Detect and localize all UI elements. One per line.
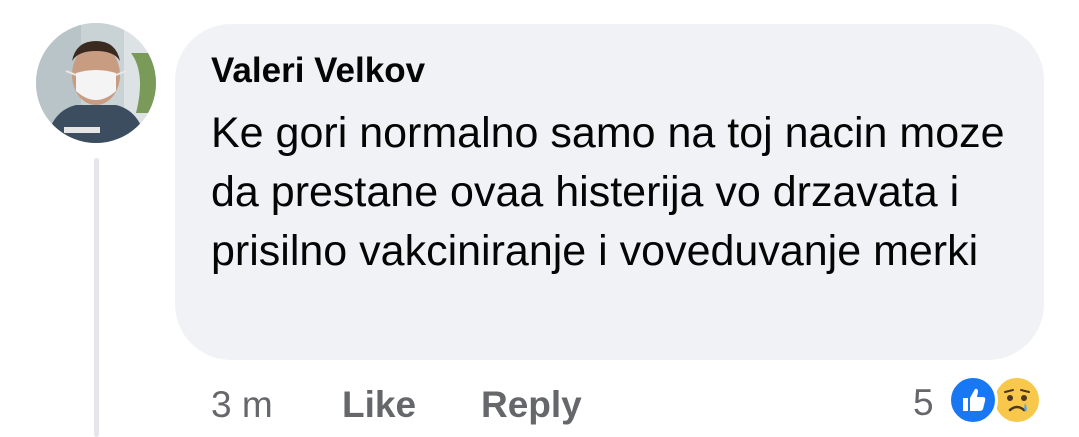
comment-timestamp[interactable]: 3 m [211, 382, 273, 428]
avatar-image [36, 23, 156, 143]
comment-container: Valeri Velkov Ke gori normalno samo na t… [0, 0, 1079, 437]
reply-button[interactable]: Reply [481, 382, 582, 428]
comment-text: Ke gori normalno samo na toj nacin moze … [211, 109, 1005, 275]
comment-author[interactable]: Valeri Velkov [211, 50, 425, 92]
avatar[interactable] [36, 23, 156, 143]
like-icon [948, 375, 998, 425]
thread-line [94, 158, 99, 437]
reactions-summary[interactable] [948, 375, 1046, 427]
reaction-count[interactable]: 5 [913, 380, 934, 426]
like-button[interactable]: Like [342, 382, 416, 428]
sad-icon [992, 375, 1042, 425]
